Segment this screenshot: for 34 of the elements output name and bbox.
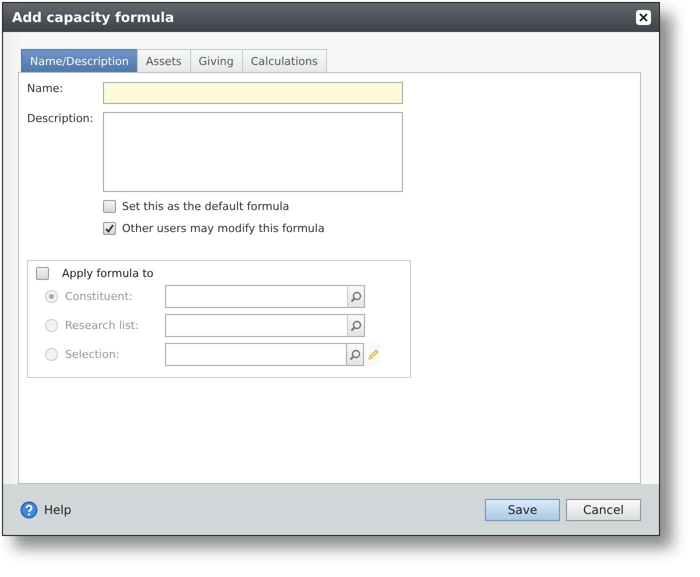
lookup-field[interactable] — [165, 343, 347, 366]
radio-label: Selection: — [65, 348, 120, 361]
search-icon — [350, 290, 362, 302]
checkbox-label: Other users may modify this formula — [122, 222, 325, 235]
description-field[interactable] — [103, 112, 403, 192]
checkbox-label: Apply formula to — [62, 267, 154, 280]
dialog-button[interactable]: Save — [485, 498, 560, 520]
help-icon[interactable] — [20, 500, 38, 518]
tab[interactable]: Calculations — [242, 49, 327, 72]
search-icon — [350, 320, 362, 332]
search-button[interactable] — [347, 286, 364, 307]
dialog-button[interactable]: Cancel — [566, 498, 641, 520]
field-label: Description: — [27, 112, 94, 127]
help-link[interactable]: Help — [44, 502, 72, 516]
pencil-icon — [366, 348, 378, 360]
search-button[interactable] — [347, 315, 364, 336]
checkbox-label: Set this as the default formula — [122, 200, 290, 213]
close-button[interactable] — [636, 10, 651, 25]
radio-label: Constituent: — [65, 290, 134, 303]
tab[interactable]: Giving — [190, 49, 243, 72]
lookup-field[interactable] — [165, 285, 365, 308]
search-button[interactable] — [347, 343, 364, 366]
window-title: Add capacity formula — [12, 10, 176, 26]
lookup-field[interactable] — [165, 314, 365, 337]
tab[interactable]: Assets — [136, 49, 191, 72]
checkbox[interactable] — [103, 222, 116, 235]
field-label: Name: — [27, 82, 64, 97]
close-icon — [639, 13, 648, 22]
tab[interactable]: Name/Description — [21, 49, 138, 72]
checkbox[interactable] — [103, 200, 116, 213]
edit-button[interactable] — [364, 343, 381, 366]
name-field[interactable] — [103, 82, 403, 104]
radio-label: Research list: — [65, 319, 140, 332]
search-icon — [349, 348, 361, 360]
